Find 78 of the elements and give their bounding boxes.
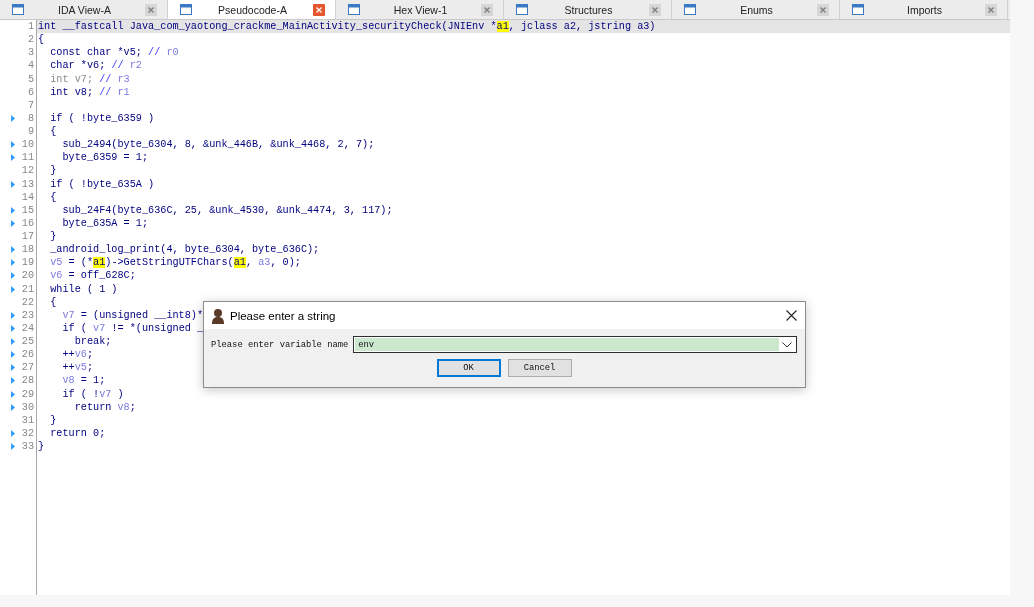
code-line: return 0;	[49, 426, 106, 440]
line-number: 27	[20, 361, 35, 375]
code-line: byte_6359 = 1;	[61, 151, 149, 165]
line-number: 17	[20, 230, 35, 244]
line-number: 30	[20, 400, 35, 414]
code-line: byte_635A = 1;	[61, 216, 149, 230]
code-line: }	[49, 230, 57, 244]
code-line: char *v6; // r2	[49, 59, 142, 73]
person-icon	[211, 307, 225, 324]
window-icon	[180, 4, 192, 15]
code-line: if ( v7 != *(unsigned _	[61, 321, 204, 335]
code-line: int v7; // r3	[49, 72, 130, 86]
line-number: 9	[26, 125, 35, 139]
code-line: const char *v5; // r0	[49, 46, 179, 60]
line-number: 28	[20, 374, 35, 388]
line-number: 3	[26, 46, 35, 60]
line-number: 24	[20, 321, 35, 335]
line-number: 6	[26, 85, 35, 99]
line-number: 32	[20, 426, 35, 440]
code-line: if ( !byte_6359 )	[49, 111, 155, 125]
line-number: 4	[26, 59, 35, 73]
line-number: 5	[26, 72, 35, 86]
line-number: 10	[20, 138, 35, 152]
dialog-button[interactable]: Cancel	[507, 359, 572, 377]
code-line: ++v6;	[61, 348, 94, 362]
combo-field[interactable]: env	[353, 336, 797, 353]
line-number: 19	[20, 256, 35, 270]
code-line: int v8; // r1	[49, 85, 130, 99]
code-line: {	[49, 190, 57, 204]
close-icon[interactable]	[786, 310, 797, 321]
line-number: 12	[20, 164, 35, 178]
code-line: {	[49, 295, 57, 309]
line-number: 16	[20, 216, 35, 230]
line-number: 13	[20, 177, 35, 191]
code-line: v8 = 1;	[61, 374, 106, 388]
line-number: 33	[20, 440, 35, 454]
line-number: 29	[20, 387, 35, 401]
code-line: if ( !byte_635A )	[49, 177, 155, 191]
line-number: 22	[20, 295, 35, 309]
line-number: 11	[20, 151, 35, 165]
line-number: 18	[20, 243, 35, 257]
code-line: break;	[73, 335, 112, 349]
code-line: _android_log_print(4, byte_6304, byte_636C);	[49, 243, 320, 257]
chevron-icon[interactable]	[782, 341, 792, 348]
code-line: }	[37, 440, 45, 454]
field-label: Please enter variable name	[211, 339, 349, 350]
tab[interactable]: Pseudocode-A	[168, 0, 336, 19]
line-number: 7	[26, 98, 35, 112]
code-line: }	[49, 164, 57, 178]
line-number: 23	[20, 308, 35, 322]
code-line: v7 = (unsigned __int8)*	[61, 308, 204, 322]
code-line: sub_2494(byte_6304, 8, &unk_446B, &unk_4468, 2, 7);	[61, 138, 375, 152]
window-icon	[852, 4, 864, 15]
window-icon	[684, 4, 696, 15]
line-number: 15	[20, 203, 35, 217]
code-line: sub_24F4(byte_636C, 25, &unk_4530, &unk_4474, 3, 117);	[61, 203, 393, 217]
code-line: if ( !v7 )	[61, 387, 124, 401]
window-icon	[516, 4, 528, 15]
line-number: 1	[26, 20, 35, 34]
line-number: 20	[20, 269, 35, 283]
dialog-title: Please enter a string	[230, 309, 336, 322]
line-number: 21	[20, 282, 35, 296]
window-icon	[12, 4, 24, 15]
code-line: ++v5;	[61, 361, 94, 375]
code-line: {	[49, 125, 57, 139]
line-number: 31	[20, 413, 35, 427]
line-number: 2	[26, 33, 35, 47]
code-line: while ( 1 )	[49, 282, 118, 296]
line-number: 14	[20, 190, 35, 204]
line-number: 26	[20, 348, 35, 362]
line-number: 8	[26, 111, 35, 125]
code-line: }	[49, 413, 57, 427]
dialog-button[interactable]: OK	[436, 359, 501, 377]
code-line: return v8;	[73, 400, 136, 414]
code-line: {	[37, 33, 45, 47]
code-line: v6 = off_628C;	[49, 269, 136, 283]
window-icon	[348, 4, 360, 15]
line-number: 25	[20, 335, 35, 349]
